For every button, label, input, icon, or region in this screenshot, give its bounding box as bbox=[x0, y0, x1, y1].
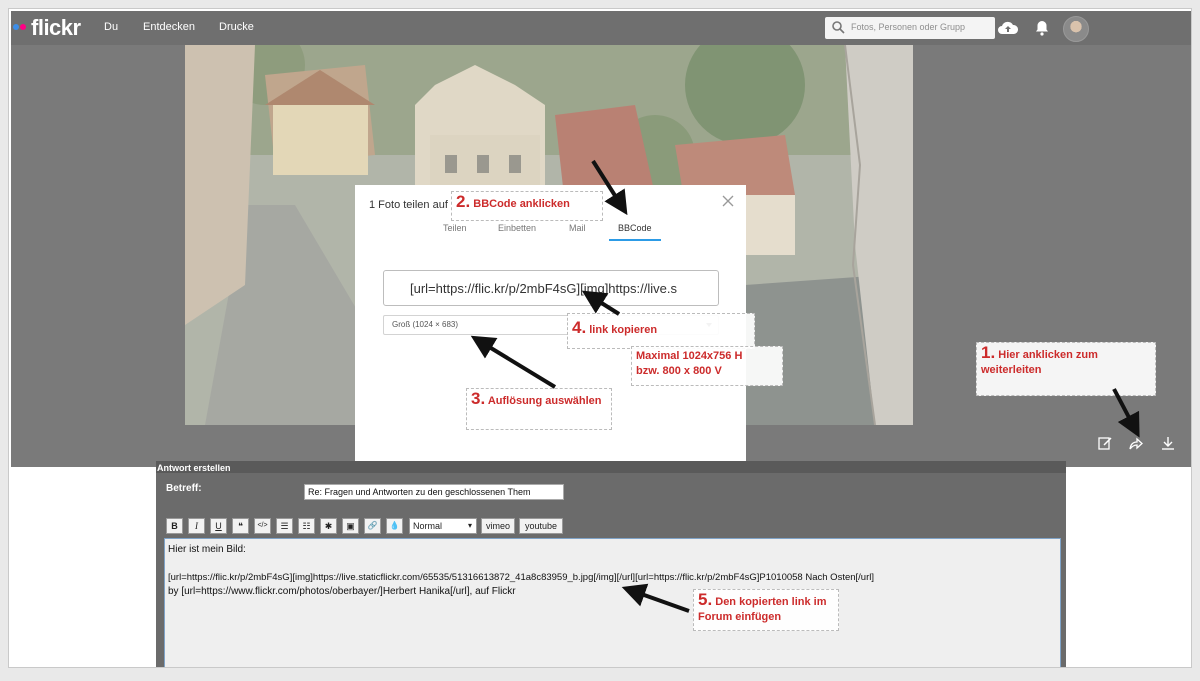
search-icon bbox=[832, 21, 845, 34]
size-select-value: Groß (1024 × 683) bbox=[392, 320, 459, 329]
nav-drucke[interactable]: Drucke bbox=[219, 21, 254, 33]
upload-cloud-icon[interactable] bbox=[997, 19, 1019, 37]
nav-entdecken[interactable]: Entdecken bbox=[143, 21, 195, 33]
annotation-1: 1. Hier anklicken zum weiterleiten bbox=[976, 342, 1156, 396]
editor-line: by [url=https://www.flickr.com/photos/ob… bbox=[168, 586, 516, 597]
chevron-down-icon: ▾ bbox=[467, 521, 472, 530]
flickr-logo-dots bbox=[13, 24, 27, 32]
youtube-button[interactable]: youtube bbox=[519, 518, 563, 534]
annotation-max-resolution: Maximal 1024x756 H bzw. 800 x 800 V bbox=[631, 346, 783, 386]
search-input[interactable]: Fotos, Personen oder Grupp bbox=[825, 17, 995, 39]
edit-icon[interactable] bbox=[1097, 435, 1113, 451]
notification-bell-icon[interactable] bbox=[1033, 19, 1051, 37]
tab-teilen[interactable]: Teilen bbox=[443, 223, 467, 233]
active-tab-indicator bbox=[609, 239, 661, 241]
italic-button[interactable]: I bbox=[188, 518, 205, 534]
nav-du[interactable]: Du bbox=[104, 21, 118, 33]
link-button[interactable]: 🔗 bbox=[364, 518, 381, 534]
list-button[interactable]: ☰ bbox=[276, 518, 293, 534]
close-icon[interactable] bbox=[722, 195, 734, 207]
screenshot-frame: flickr Du Entdecken Drucke Fotos, Person… bbox=[8, 8, 1192, 668]
vimeo-button[interactable]: vimeo bbox=[481, 518, 515, 534]
subject-label: Betreff: bbox=[166, 483, 202, 494]
search-placeholder: Fotos, Personen oder Grupp bbox=[851, 22, 966, 32]
forum-reply-panel: Antwort erstellen Betreff: Re: Fragen un… bbox=[156, 461, 1066, 667]
quote-button[interactable]: ❝ bbox=[232, 518, 249, 534]
download-icon[interactable] bbox=[1160, 435, 1176, 451]
share-arrow-icon[interactable] bbox=[1128, 435, 1144, 451]
editor-line: Hier ist mein Bild: bbox=[168, 544, 246, 555]
tab-mail[interactable]: Mail bbox=[569, 223, 586, 233]
annotation-2: 2. BBCode anklicken bbox=[451, 191, 603, 221]
annotation-5: 5. Den kopierten link im Forum einfügen bbox=[693, 589, 839, 631]
ordered-list-button[interactable]: ☷ bbox=[298, 518, 315, 534]
code-button[interactable]: </> bbox=[254, 518, 271, 534]
annotation-3: 3. Auflösung auswählen bbox=[466, 388, 612, 430]
flickr-top-nav: flickr Du Entdecken Drucke Fotos, Person… bbox=[11, 11, 1191, 45]
dialog-title: 1 Foto teilen auf bbox=[369, 199, 448, 211]
flickr-logo[interactable]: flickr bbox=[31, 15, 81, 41]
bold-button[interactable]: B bbox=[166, 518, 183, 534]
bbcode-link-field[interactable]: [url=https://flic.kr/p/2mbF4sG][img]http… bbox=[383, 270, 719, 306]
editor-line: [url=https://flic.kr/p/2mbF4sG][img]http… bbox=[168, 572, 874, 583]
underline-button[interactable]: U bbox=[210, 518, 227, 534]
font-size-value: Normal bbox=[413, 521, 443, 531]
tab-einbetten[interactable]: Einbetten bbox=[498, 223, 536, 233]
subject-input[interactable]: Re: Fragen und Antworten zu den geschlos… bbox=[304, 484, 564, 500]
avatar[interactable] bbox=[1063, 16, 1089, 42]
annotation-4: 4. link kopieren bbox=[567, 313, 755, 349]
message-editor[interactable]: Hier ist mein Bild: [url=https://flic.kr… bbox=[164, 538, 1061, 667]
tab-bbcode[interactable]: BBCode bbox=[618, 223, 652, 233]
font-size-select[interactable]: Normal ▾ bbox=[409, 518, 477, 534]
forum-panel-title: Antwort erstellen bbox=[156, 461, 1066, 473]
star-button[interactable]: ✱ bbox=[320, 518, 337, 534]
color-button[interactable]: 💧 bbox=[386, 518, 403, 534]
image-button[interactable]: ▣ bbox=[342, 518, 359, 534]
